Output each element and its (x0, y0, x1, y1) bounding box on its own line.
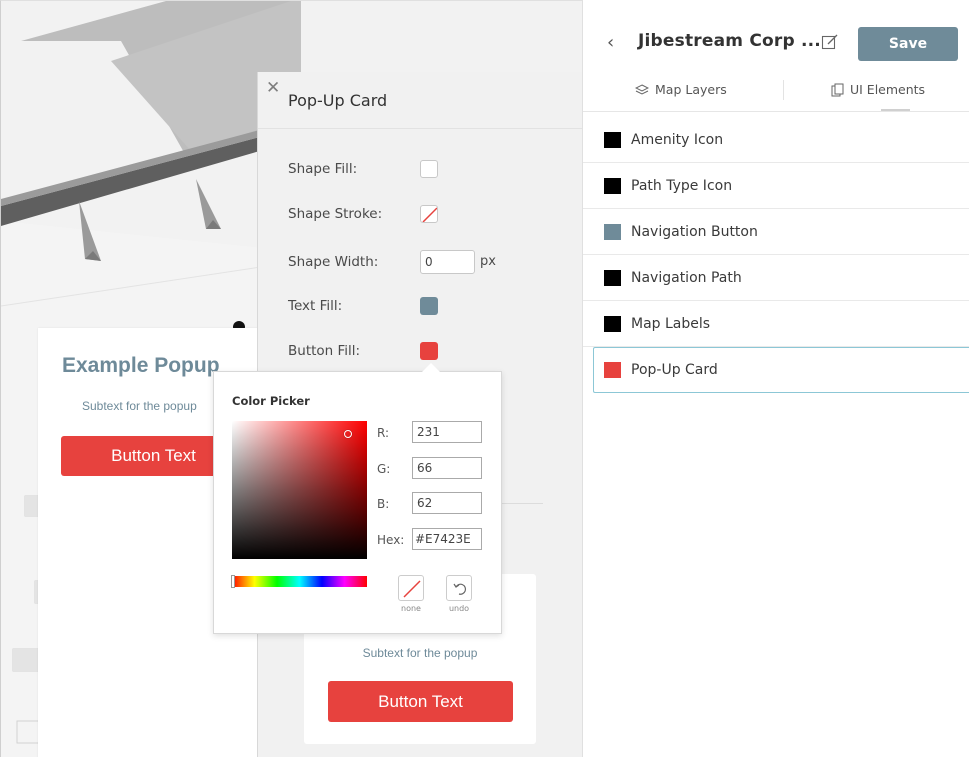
picker-arrow (422, 363, 440, 372)
layers-icon (635, 83, 649, 95)
edit-icon[interactable] (821, 33, 839, 51)
shape-fill-swatch[interactable] (420, 160, 438, 178)
text-fill-swatch[interactable] (420, 297, 438, 315)
map-popup-subtext: Subtext for the popup (82, 399, 197, 413)
color-swatch (604, 223, 621, 240)
map-popup-title: Example Popup (62, 354, 220, 377)
g-input[interactable]: 66 (412, 457, 482, 479)
r-label: R: (377, 426, 390, 440)
list-item-label: Pop-Up Card (631, 362, 718, 378)
list-item-path-type-icon[interactable]: Path Type Icon (583, 163, 969, 209)
active-tab-indicator (881, 109, 910, 111)
color-picker: Color Picker R: 231 G: 66 B: 62 Hex: #E7… (213, 363, 502, 634)
tab-ui-elements[interactable]: UI Elements (831, 82, 925, 97)
preview-subtext: Subtext for the popup (362, 646, 478, 660)
list-item-label: Map Labels (631, 315, 711, 332)
tab-ui-elements-label: UI Elements (850, 82, 926, 97)
list-item-amenity-icon[interactable]: Amenity Icon (583, 117, 969, 163)
color-swatch (604, 131, 621, 148)
save-button[interactable]: Save (858, 27, 958, 61)
sv-handle[interactable] (344, 430, 352, 438)
text-fill-label: Text Fill: (288, 298, 343, 314)
r-input[interactable]: 231 (412, 421, 482, 443)
list-item-pop-up-card[interactable]: Pop-Up Card (593, 347, 969, 393)
list-item-navigation-path[interactable]: Navigation Path (583, 255, 969, 301)
preview-button[interactable]: Button Text (328, 681, 513, 722)
close-icon[interactable]: ✕ (266, 78, 280, 98)
panel-divider (258, 128, 583, 129)
saturation-value-area[interactable] (232, 421, 367, 559)
color-swatch (604, 315, 621, 332)
shape-width-label: Shape Width: (288, 254, 379, 270)
b-input[interactable]: 62 (412, 492, 482, 514)
list-item-map-labels[interactable]: Map Labels (583, 301, 969, 347)
app-root: !! Example Popup Subtext for the popup B… (0, 0, 969, 757)
color-swatch (604, 177, 621, 194)
project-title: Jibestream Corp ... (638, 31, 821, 51)
hex-input[interactable]: #E7423E (412, 528, 482, 550)
shape-stroke-label: Shape Stroke: (288, 206, 383, 222)
list-item-label: Path Type Icon (631, 177, 733, 194)
color-swatch (604, 362, 621, 378)
tab-map-layers[interactable]: Map Layers (635, 82, 727, 97)
button-fill-label: Button Fill: (288, 343, 361, 359)
list-item-label: Amenity Icon (631, 131, 724, 148)
right-sidebar: ‹ Jibestream Corp ... Save Map Layers UI… (582, 0, 969, 757)
shape-stroke-swatch[interactable] (420, 205, 438, 223)
undo-caption: undo (448, 604, 470, 613)
list-item-navigation-button[interactable]: Navigation Button (583, 209, 969, 255)
tab-map-layers-label: Map Layers (655, 82, 727, 97)
sidebar-tabs: Map Layers UI Elements (583, 72, 969, 112)
b-label: B: (377, 497, 390, 511)
button-fill-swatch[interactable] (420, 342, 438, 360)
hue-slider[interactable] (231, 575, 367, 588)
edit-icon-graphic (821, 34, 838, 50)
color-picker-title: Color Picker (232, 394, 310, 408)
none-icon (403, 580, 421, 598)
ui-elements-icon (831, 83, 844, 96)
back-chevron-icon[interactable]: ‹ (607, 32, 614, 53)
none-button[interactable] (398, 575, 424, 601)
none-slash-icon (422, 207, 437, 222)
list-item-label: Navigation Path (631, 269, 742, 286)
panel-title: Pop-Up Card (288, 91, 388, 110)
color-swatch (604, 269, 621, 286)
tab-separator (783, 80, 784, 100)
hue-handle[interactable] (231, 575, 235, 588)
hex-label: Hex: (377, 533, 405, 547)
shape-fill-label: Shape Fill: (288, 161, 358, 177)
g-label: G: (377, 462, 391, 476)
none-caption: none (401, 604, 421, 613)
undo-icon (453, 583, 467, 595)
shape-width-unit: px (480, 254, 496, 269)
list-item-label: Navigation Button (631, 223, 758, 240)
shape-width-input[interactable]: 0 (420, 250, 475, 274)
undo-button[interactable] (446, 575, 472, 601)
